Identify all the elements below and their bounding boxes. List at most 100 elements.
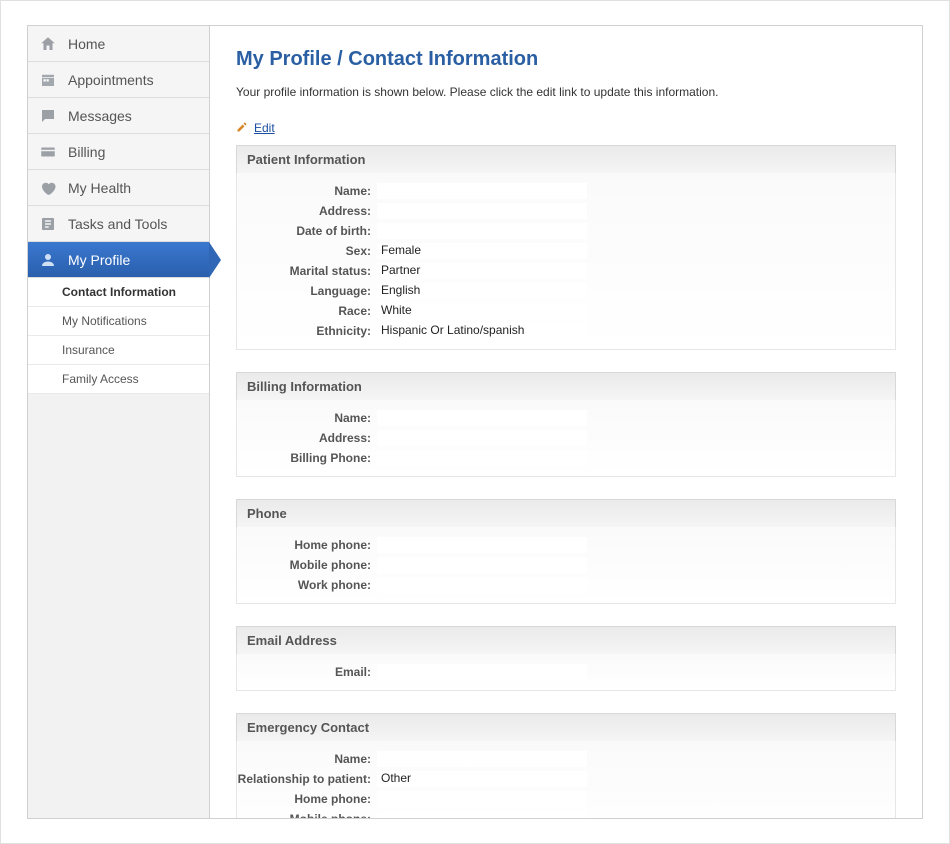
field-row: Ethnicity: Hispanic Or Latino/spanish — [237, 321, 895, 341]
nav-item-tasks-tools[interactable]: Tasks and Tools — [28, 206, 209, 242]
section-header-emergency: Emergency Contact — [236, 713, 896, 741]
outer-frame: Home Appointments Messages Billing — [0, 0, 950, 844]
field-label-dob: Date of birth: — [237, 224, 377, 238]
section-emergency: Emergency Contact Name: Relationship to … — [236, 713, 896, 818]
section-email: Email Address Email: — [236, 626, 896, 691]
tasks-icon — [38, 214, 58, 234]
subnav-item-family-access[interactable]: Family Access — [28, 365, 209, 394]
field-row: Address: — [237, 428, 895, 448]
field-label-relationship: Relationship to patient: — [237, 772, 377, 786]
field-label-language: Language: — [237, 284, 377, 298]
pencil-icon — [236, 121, 250, 135]
field-row: Home phone: — [237, 789, 895, 809]
field-row: Date of birth: — [237, 221, 895, 241]
field-value-work-phone — [377, 577, 587, 593]
field-value-language: English — [377, 283, 587, 299]
field-value-home-phone — [377, 537, 587, 553]
main-content: My Profile / Contact Information Your pr… — [210, 26, 922, 818]
field-row: Mobile phone: — [237, 809, 895, 818]
subnav-item-my-notifications[interactable]: My Notifications — [28, 307, 209, 336]
nav-label: My Health — [68, 180, 131, 196]
section-header-billing: Billing Information — [236, 372, 896, 400]
field-value-billing-address — [377, 430, 587, 446]
field-label-emergency-home: Home phone: — [237, 792, 377, 806]
field-row: Email: — [237, 662, 895, 682]
section-body-patient: Name: Address: Date of birth: Sex: Femal… — [236, 173, 896, 350]
subnav-list: Contact Information My Notifications Ins… — [28, 278, 209, 394]
section-billing: Billing Information Name: Address: Billi… — [236, 372, 896, 477]
field-value-relationship: Other — [377, 771, 587, 787]
section-header-patient: Patient Information — [236, 145, 896, 173]
field-row: Language: English — [237, 281, 895, 301]
field-row: Name: — [237, 181, 895, 201]
nav-label: Appointments — [68, 72, 154, 88]
field-value-dob — [377, 223, 587, 239]
field-row: Sex: Female — [237, 241, 895, 261]
field-value-mobile-phone — [377, 557, 587, 573]
field-value-billing-phone — [377, 450, 587, 466]
field-value-ethnicity: Hispanic Or Latino/spanish — [377, 323, 587, 339]
field-row: Marital status: Partner — [237, 261, 895, 281]
sidebar: Home Appointments Messages Billing — [28, 26, 210, 818]
nav-label: My Profile — [68, 252, 130, 268]
heart-icon — [38, 178, 58, 198]
field-row: Name: — [237, 749, 895, 769]
field-row: Relationship to patient: Other — [237, 769, 895, 789]
field-label-race: Race: — [237, 304, 377, 318]
field-value-sex: Female — [377, 243, 587, 259]
edit-link[interactable]: Edit — [254, 121, 275, 135]
field-label-work-phone: Work phone: — [237, 578, 377, 592]
nav-label: Tasks and Tools — [68, 216, 167, 232]
card-icon — [38, 142, 58, 162]
nav-item-my-health[interactable]: My Health — [28, 170, 209, 206]
field-value-email — [377, 664, 587, 680]
field-value-emergency-mobile — [377, 811, 587, 818]
field-label-marital: Marital status: — [237, 264, 377, 278]
field-row: Race: White — [237, 301, 895, 321]
field-label-sex: Sex: — [237, 244, 377, 258]
field-row: Work phone: — [237, 575, 895, 595]
field-label-mobile-phone: Mobile phone: — [237, 558, 377, 572]
section-body-email: Email: — [236, 654, 896, 691]
field-value-race: White — [377, 303, 587, 319]
nav-item-home[interactable]: Home — [28, 26, 209, 62]
nav-item-my-profile[interactable]: My Profile — [28, 242, 209, 278]
field-label-email: Email: — [237, 665, 377, 679]
field-value-billing-name — [377, 410, 587, 426]
section-body-phone: Home phone: Mobile phone: Work phone: — [236, 527, 896, 604]
field-label-ethnicity: Ethnicity: — [237, 324, 377, 338]
profile-icon — [38, 250, 58, 270]
field-label-home-phone: Home phone: — [237, 538, 377, 552]
field-value-name — [377, 183, 587, 199]
page-title: My Profile / Contact Information — [236, 48, 896, 71]
subnav-item-insurance[interactable]: Insurance — [28, 336, 209, 365]
field-row: Billing Phone: — [237, 448, 895, 468]
section-body-emergency: Name: Relationship to patient: Other Hom… — [236, 741, 896, 818]
field-row: Address: — [237, 201, 895, 221]
field-value-marital: Partner — [377, 263, 587, 279]
section-patient: Patient Information Name: Address: Date … — [236, 145, 896, 350]
field-row: Home phone: — [237, 535, 895, 555]
nav-label: Billing — [68, 144, 105, 160]
section-phone: Phone Home phone: Mobile phone: Work pho… — [236, 499, 896, 604]
section-header-phone: Phone — [236, 499, 896, 527]
field-label-emergency-name: Name: — [237, 752, 377, 766]
page-description: Your profile information is shown below.… — [236, 85, 896, 99]
calendar-icon — [38, 70, 58, 90]
nav-item-appointments[interactable]: Appointments — [28, 62, 209, 98]
field-label-name: Name: — [237, 184, 377, 198]
nav-label: Messages — [68, 108, 132, 124]
field-value-address — [377, 203, 587, 219]
edit-link-row: Edit — [236, 121, 896, 135]
field-label-billing-phone: Billing Phone: — [237, 451, 377, 465]
field-label-billing-name: Name: — [237, 411, 377, 425]
section-header-email: Email Address — [236, 626, 896, 654]
subnav-item-contact-information[interactable]: Contact Information — [28, 278, 209, 307]
nav-item-messages[interactable]: Messages — [28, 98, 209, 134]
field-row: Name: — [237, 408, 895, 428]
section-body-billing: Name: Address: Billing Phone: — [236, 400, 896, 477]
field-value-emergency-name — [377, 751, 587, 767]
nav-item-billing[interactable]: Billing — [28, 134, 209, 170]
field-row: Mobile phone: — [237, 555, 895, 575]
field-label-address: Address: — [237, 204, 377, 218]
